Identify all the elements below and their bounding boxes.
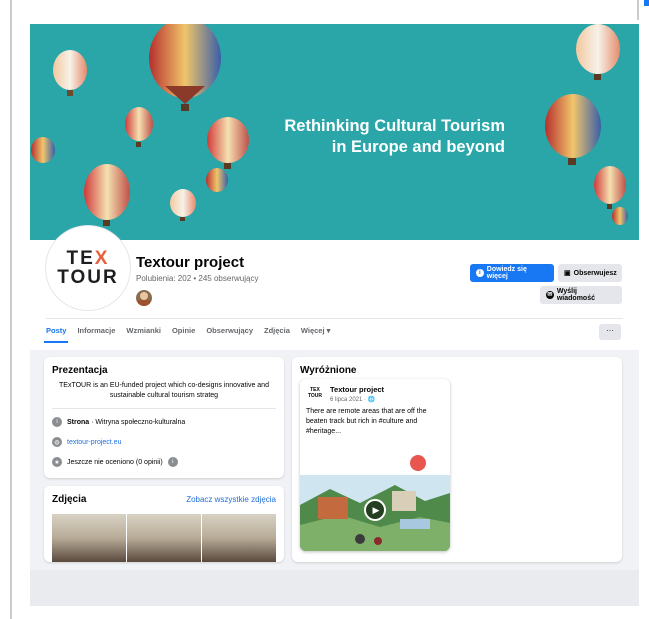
category-label: Strona [67, 418, 90, 426]
facebook-page: Rethinking Cultural Tourism in Europe an… [30, 24, 639, 606]
post-text: There are remote areas that are off the … [306, 408, 427, 435]
tab-info[interactable]: Informacje [77, 326, 115, 335]
category-text: Strona · Witryna społeczno-kulturalna [67, 419, 185, 426]
send-message-label: Wyślij wiadomość [556, 288, 595, 302]
cover-headline-line2: in Europe and beyond [331, 138, 505, 156]
logo-text-bottom: TOUR [57, 267, 119, 288]
about-card: Prezentacja TExTOUR is an EU-funded proj… [44, 357, 284, 478]
post-date[interactable]: 6 lipca 2021 · 🌐 [330, 396, 375, 403]
cover-photo: Rethinking Cultural Tourism in Europe an… [30, 24, 639, 240]
featured-title: Wyróżnione [300, 365, 357, 376]
featured-post[interactable]: TEX TOUR Textour project 6 lipca 2021 · … [300, 379, 450, 551]
logo-te: TE [66, 248, 95, 269]
about-divider [52, 408, 276, 409]
website-link[interactable]: textour-project.eu [67, 439, 121, 446]
logo-x: X [94, 248, 110, 269]
corner-accent [644, 0, 649, 6]
play-icon[interactable]: ▶ [364, 499, 386, 521]
rating-row: ★ Jeszcze nie oceniono (0 opinii) i [52, 457, 178, 467]
tab-more[interactable]: Więcej ▾ [301, 326, 331, 335]
balloon-12 [612, 207, 628, 225]
following-button[interactable]: ▣ Obserwujesz [558, 264, 622, 282]
tab-reviews[interactable]: Opinie [172, 326, 195, 335]
following-icon: ▣ [564, 270, 571, 277]
post-video[interactable]: ▶ [300, 475, 450, 551]
website-row: ◍ textour-project.eu [52, 437, 121, 447]
learn-more-button[interactable]: i Dowiedz się więcej [470, 264, 554, 282]
decorative-dot [410, 455, 426, 471]
photos-title: Zdjęcia [52, 494, 87, 505]
avatar-image [138, 292, 150, 306]
page-footer-area [30, 570, 639, 606]
balloon-9 [576, 24, 620, 80]
balloon-10 [545, 94, 601, 165]
rating-text: Jeszcze nie oceniono (0 opinii) [67, 458, 163, 466]
info-icon: i [52, 417, 62, 427]
star-icon: ★ [52, 457, 62, 467]
tab-followers[interactable]: Obserwujący [206, 326, 253, 335]
featured-card: Wyróżnione TEX TOUR Textour project 6 li… [292, 357, 622, 562]
photos-card: Zdjęcia Zobacz wszystkie zdjęcia [44, 486, 284, 562]
about-description: TExTOUR is an EU-funded project which co… [59, 382, 269, 399]
page-tabs: Posty Informacje Wzmianki Opinie Obserwu… [43, 326, 331, 343]
tab-photos[interactable]: Zdjęcia [264, 326, 290, 335]
logo-text-top: TEX [67, 249, 110, 268]
friend-avatar[interactable] [136, 290, 152, 306]
header-divider [46, 318, 623, 319]
send-message-button[interactable]: ✉ Wyślij wiadomość [540, 286, 622, 304]
balloon-3 [125, 107, 153, 147]
photo-thumbnail[interactable] [202, 514, 276, 562]
balloon-1 [53, 50, 87, 96]
cover-headline-line1: Rethinking Cultural Tourism [284, 117, 505, 135]
messenger-icon: ✉ [546, 291, 554, 299]
globe-icon: ◍ [52, 437, 62, 447]
profile-picture[interactable]: TEX TOUR [46, 226, 130, 310]
see-all-photos-link[interactable]: Zobacz wszystkie zdjęcia [186, 495, 276, 504]
balloon-6 [84, 164, 130, 226]
post-logo-bottom: TOUR [307, 393, 323, 399]
more-options-button[interactable]: ··· [599, 324, 621, 340]
category-value: · Witryna społeczno-kulturalna [89, 418, 186, 426]
following-label: Obserwujesz [573, 269, 617, 277]
post-author[interactable]: Textour project [330, 385, 384, 394]
cover-headline: Rethinking Cultural Tourism in Europe an… [284, 116, 505, 158]
category-row: i Strona · Witryna społeczno-kulturalna [52, 417, 185, 427]
tab-mentions[interactable]: Wzmianki [126, 326, 161, 335]
balloon-2 [149, 24, 221, 111]
tab-posts[interactable]: Posty [43, 326, 69, 343]
photo-thumbnail[interactable] [52, 514, 126, 562]
photo-thumbnail[interactable] [127, 514, 201, 562]
window-border-left [10, 0, 12, 619]
post-author-logo: TEX TOUR [306, 387, 324, 401]
about-title: Prezentacja [52, 365, 108, 376]
window-border-right [637, 0, 639, 20]
balloon-8 [206, 168, 228, 192]
balloon-5 [31, 137, 55, 163]
page-title[interactable]: Textour project [136, 254, 244, 271]
page-stats[interactable]: Polubienia: 202 • 245 obserwujący [136, 274, 258, 283]
info-icon[interactable]: i [167, 457, 178, 467]
info-icon: i [476, 269, 484, 277]
balloon-11 [594, 166, 626, 209]
learn-more-label: Dowiedz się więcej [486, 266, 527, 280]
balloon-4 [207, 117, 249, 169]
balloon-7 [170, 189, 196, 221]
page-header: TEX TOUR Textour project Polubienia: 202… [30, 226, 639, 350]
